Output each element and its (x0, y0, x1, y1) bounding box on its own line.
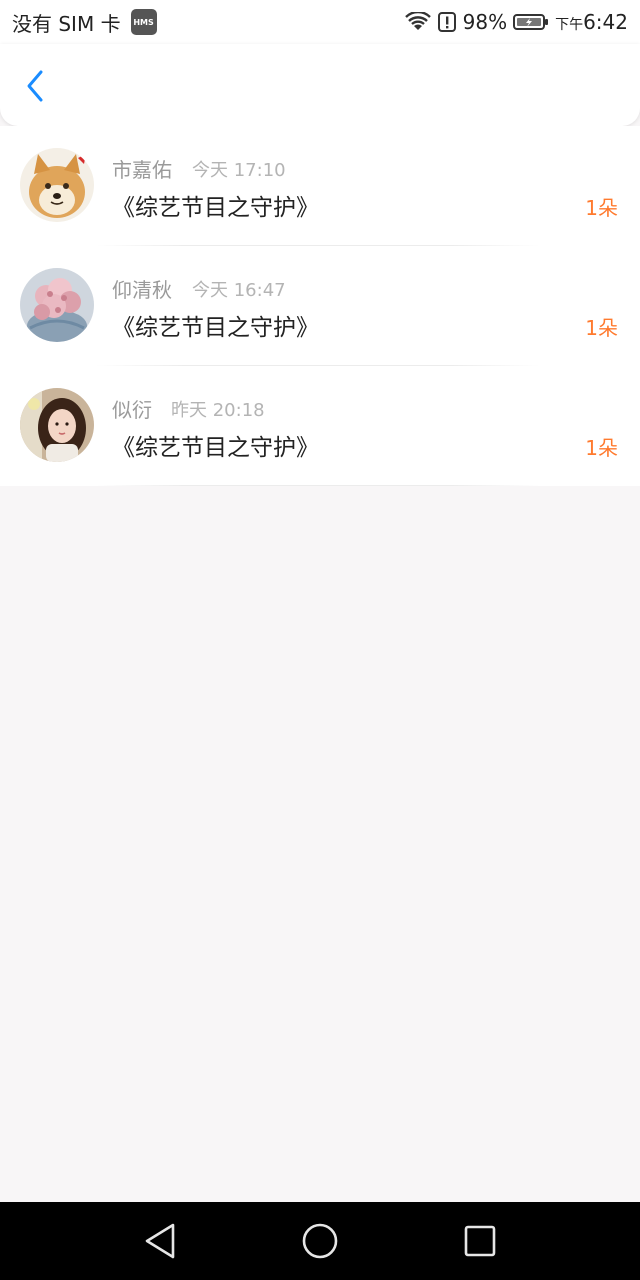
gift-record-list: 市嘉佑 今天 17:10 《综艺节目之守护》 1朵 仰清秋 今天 16:47 《… (0, 126, 640, 486)
flower-count: 1朵 (585, 196, 618, 220)
flower-count: 1朵 (585, 316, 618, 340)
time-prefix: 下午 (555, 17, 584, 33)
flower-count: 1朵 (585, 436, 618, 460)
nav-back-button[interactable] (120, 1202, 200, 1280)
recents-square-icon (464, 1225, 496, 1257)
girl-portrait-avatar[interactable] (20, 388, 94, 462)
program-title: 《综艺节目之守护》 (112, 195, 319, 221)
battery-percent: 98% (462, 10, 508, 34)
list-item[interactable]: 仰清秋 今天 16:47 《综艺节目之守护》 1朵 (0, 246, 640, 366)
status-right: 98% 下午6:42 (404, 10, 628, 34)
chevron-left-icon (27, 70, 43, 102)
home-circle-icon (302, 1223, 338, 1259)
program-title: 《综艺节目之守护》 (112, 315, 319, 341)
nav-home-button[interactable] (280, 1202, 360, 1280)
status-left: 没有 SIM 卡 HMS (12, 8, 157, 37)
flower-bouquet-avatar[interactable] (20, 268, 94, 342)
send-time: 今天 17:10 (192, 160, 286, 181)
send-time: 昨天 20:18 (171, 400, 265, 421)
sender-name: 市嘉佑 (112, 158, 172, 182)
nav-recents-button[interactable] (440, 1202, 520, 1280)
hms-badge-icon: HMS (130, 9, 157, 35)
send-time: 今天 16:47 (192, 280, 286, 301)
alert-icon (437, 11, 457, 33)
carrier-text: 没有 SIM 卡 (12, 11, 121, 36)
app-bar (0, 44, 640, 126)
program-title: 《综艺节目之守护》 (112, 435, 319, 461)
clock: 6:42 (583, 10, 628, 34)
status-bar: 没有 SIM 卡 HMS 98% 下午6:42 (0, 0, 640, 44)
list-item[interactable]: 似衍 昨天 20:18 《综艺节目之守护》 1朵 (0, 366, 640, 486)
wifi-icon (404, 12, 431, 32)
battery-icon (513, 12, 549, 32)
back-triangle-icon (145, 1223, 175, 1259)
list-item[interactable]: 市嘉佑 今天 17:10 《综艺节目之守护》 1朵 (0, 126, 640, 246)
sender-name: 仰清秋 (112, 278, 172, 302)
shiba-dog-avatar[interactable] (20, 148, 94, 222)
back-button[interactable] (20, 68, 50, 104)
system-nav-bar (0, 1202, 640, 1280)
sender-name: 似衍 (112, 398, 152, 422)
